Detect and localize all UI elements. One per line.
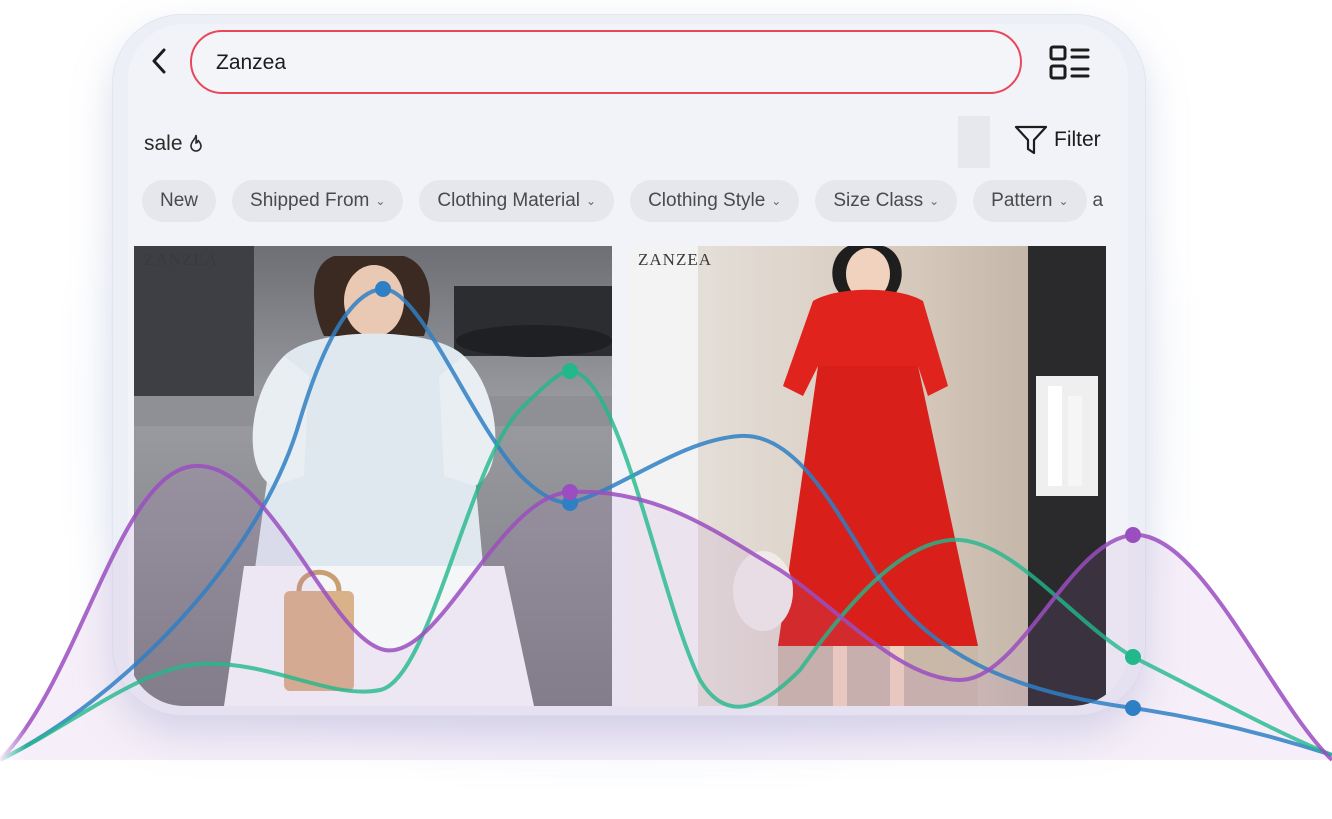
product-photo-red-dress xyxy=(628,246,1106,706)
chevron-down-icon: ⌄ xyxy=(375,194,386,208)
chevron-down-icon: ⌄ xyxy=(771,194,782,208)
filter-label: Filter xyxy=(1054,128,1101,151)
back-button[interactable] xyxy=(146,46,172,76)
chip-size-class[interactable]: Size Class ⌄ xyxy=(815,180,958,222)
layout-toggle-button[interactable] xyxy=(1048,42,1092,86)
search-box[interactable] xyxy=(190,30,1022,94)
funnel-icon xyxy=(1014,125,1048,155)
product-photo-white-dress xyxy=(134,246,612,706)
sale-label: sale xyxy=(144,132,183,155)
chevron-left-icon xyxy=(152,48,166,74)
chip-new[interactable]: New xyxy=(142,180,217,222)
chip-shipped-from[interactable]: Shipped From ⌄ xyxy=(232,180,404,222)
chip-pattern[interactable]: Pattern ⌄ xyxy=(973,180,1087,222)
chevron-down-icon: ⌄ xyxy=(586,194,597,208)
brand-watermark: ZANZEA xyxy=(638,250,712,269)
chevron-down-icon: ⌄ xyxy=(929,194,940,208)
phone-screen: sale Filter New Shipped From ⌄ Clothing … xyxy=(128,24,1128,706)
brand-watermark: ZANZEA xyxy=(144,250,218,269)
chip-label: Shipped From xyxy=(250,190,370,211)
chip-overflow-text: a xyxy=(1092,190,1104,211)
chip-clothing-style[interactable]: Clothing Style ⌄ xyxy=(630,180,800,222)
filter-chip-bar: New Shipped From ⌄ Clothing Material ⌄ C… xyxy=(142,180,1103,224)
flame-icon xyxy=(189,134,202,152)
chip-label: New xyxy=(160,190,199,211)
grid-list-toggle-icon xyxy=(1049,45,1090,80)
toolbar-divider xyxy=(958,116,990,168)
filter-button[interactable]: Filter xyxy=(1014,124,1101,156)
product-image[interactable]: ZANZEA xyxy=(134,246,612,706)
chip-label: Clothing Material xyxy=(437,190,580,211)
chip-label: Size Class xyxy=(833,190,924,211)
chevron-down-icon: ⌄ xyxy=(1058,194,1069,208)
sale-tag[interactable]: sale xyxy=(144,132,205,156)
chip-label: Clothing Style xyxy=(648,190,766,211)
chip-label: Pattern xyxy=(991,190,1053,211)
product-image[interactable]: ZANZEA xyxy=(628,246,1106,706)
chip-clothing-material[interactable]: Clothing Material ⌄ xyxy=(419,180,615,222)
search-input[interactable] xyxy=(214,32,998,94)
